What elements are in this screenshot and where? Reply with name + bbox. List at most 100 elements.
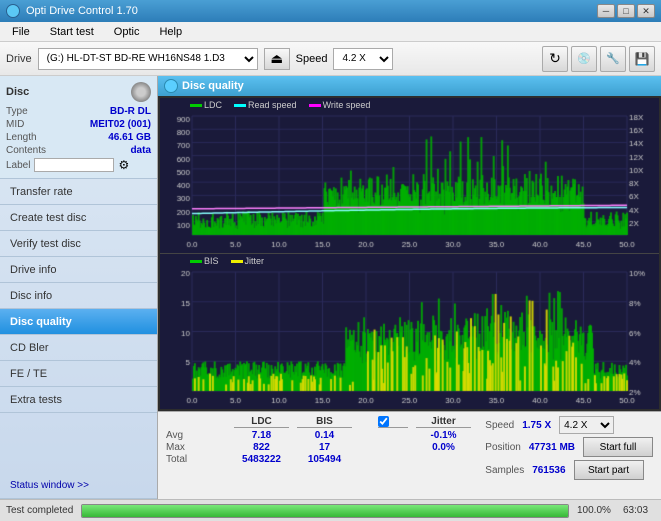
position-label: Position xyxy=(485,442,521,453)
content-title: Disc quality xyxy=(182,80,244,92)
save-icon[interactable]: 💾 xyxy=(629,46,655,72)
sidebar-item-extra-tests[interactable]: Extra tests xyxy=(0,387,157,413)
disc-length-row: Length 46.61 GB xyxy=(6,132,151,143)
drive-select[interactable]: (G:) HL-DT-ST BD-RE WH16NS48 1.D3 xyxy=(38,48,258,70)
sidebar: Disc Type BD-R DL MID MEIT02 (001) Lengt… xyxy=(0,76,158,499)
main-layout: Disc Type BD-R DL MID MEIT02 (001) Lengt… xyxy=(0,76,661,499)
speed-value-stat: 1.75 X xyxy=(522,420,551,431)
disc-label-row: Label ⚙ xyxy=(6,158,151,172)
disc-type-value: BD-R DL xyxy=(110,106,151,117)
speed-label: Speed xyxy=(296,53,328,65)
legend-read-speed: Read speed xyxy=(248,100,297,110)
test-completed-label: Test completed xyxy=(6,505,73,516)
samples-value: 761536 xyxy=(532,465,565,476)
stats-table: LDC BIS Jitter Avg 7.18 0.14 -0.1% xyxy=(166,416,473,466)
content-area: Disc quality LDC Read speed xyxy=(158,76,661,499)
menu-bar: File Start test Optic Help xyxy=(0,22,661,42)
status-window-btn[interactable]: Status window >> xyxy=(0,473,157,499)
disc-type-row: Type BD-R DL xyxy=(6,106,151,117)
top-chart xyxy=(160,98,659,253)
disc-length-label: Length xyxy=(6,132,37,143)
sidebar-item-cd-bler[interactable]: CD Bler xyxy=(0,335,157,361)
disc-header: Disc xyxy=(6,82,151,102)
stats-avg-label: Avg xyxy=(166,430,226,441)
speed-select-stat[interactable]: 4.2 X xyxy=(559,416,614,434)
title-bar-buttons: ─ □ ✕ xyxy=(597,4,655,18)
stats-total-ldc: 5483222 xyxy=(234,454,289,465)
progress-track xyxy=(81,504,569,518)
minimize-button[interactable]: ─ xyxy=(597,4,615,18)
progress-time: 63:03 xyxy=(623,505,655,516)
settings-icon[interactable]: 🔧 xyxy=(600,46,626,72)
sidebar-item-fe-te[interactable]: FE / TE xyxy=(0,361,157,387)
stats-max-jitter: 0.0% xyxy=(416,442,471,453)
stats-avg-jitter: -0.1% xyxy=(416,430,471,441)
menu-optic[interactable]: Optic xyxy=(106,24,148,40)
sidebar-item-verify-test-disc[interactable]: Verify test disc xyxy=(0,231,157,257)
disc-mid-value: MEIT02 (001) xyxy=(90,119,151,130)
sidebar-item-disc-quality[interactable]: Disc quality xyxy=(0,309,157,335)
sidebar-item-drive-info[interactable]: Drive info xyxy=(0,257,157,283)
legend-write-speed: Write speed xyxy=(323,100,371,110)
disc-icon-btn[interactable]: 💿 xyxy=(571,46,597,72)
speed-select[interactable]: 4.2 X xyxy=(333,48,393,70)
progress-bar-container: Test completed 100.0% 63:03 xyxy=(0,499,661,521)
stats-ldc-header: LDC xyxy=(234,416,289,428)
disc-mid-label: MID xyxy=(6,119,24,130)
stats-max-label: Max xyxy=(166,442,226,453)
stats-jitter-header: Jitter xyxy=(416,416,471,428)
disc-label-label: Label xyxy=(6,160,30,171)
jitter-checkbox[interactable] xyxy=(378,416,389,427)
sidebar-item-disc-info[interactable]: Disc info xyxy=(0,283,157,309)
sidebar-item-transfer-rate[interactable]: Transfer rate xyxy=(0,179,157,205)
stats-avg-ldc: 7.18 xyxy=(234,430,289,441)
maximize-button[interactable]: □ xyxy=(617,4,635,18)
disc-panel: Disc Type BD-R DL MID MEIT02 (001) Lengt… xyxy=(0,76,157,179)
stats-total-jitter xyxy=(416,454,471,465)
menu-help[interactable]: Help xyxy=(151,24,190,40)
stats-right: Speed 1.75 X 4.2 X Position 47731 MB Sta… xyxy=(485,416,653,480)
title-bar-left: Opti Drive Control 1.70 xyxy=(6,4,138,18)
start-part-button[interactable]: Start part xyxy=(574,460,644,480)
stats-max-ldc: 822 xyxy=(234,442,289,453)
progress-fill xyxy=(82,505,568,517)
toolbar: Drive (G:) HL-DT-ST BD-RE WH16NS48 1.D3 … xyxy=(0,42,661,76)
disc-contents-label: Contents xyxy=(6,145,46,156)
speed-label-stat: Speed xyxy=(485,420,514,431)
stats-avg-bis: 0.14 xyxy=(297,430,352,441)
close-button[interactable]: ✕ xyxy=(637,4,655,18)
title-bar: Opti Drive Control 1.70 ─ □ ✕ xyxy=(0,0,661,22)
app-title: Opti Drive Control 1.70 xyxy=(26,5,138,17)
disc-length-value: 46.61 GB xyxy=(108,132,151,143)
disc-contents-row: Contents data xyxy=(6,145,151,156)
disc-icon xyxy=(131,82,151,102)
stats-bar: LDC BIS Jitter Avg 7.18 0.14 -0.1% xyxy=(158,411,661,499)
disc-label-input[interactable] xyxy=(34,158,114,172)
eject-button[interactable]: ⏏ xyxy=(264,48,290,70)
disc-contents-value: data xyxy=(130,145,151,156)
drive-label: Drive xyxy=(6,53,32,65)
disc-mid-row: MID MEIT02 (001) xyxy=(6,119,151,130)
stats-total-label: Total xyxy=(166,454,226,465)
menu-file[interactable]: File xyxy=(4,24,38,40)
bottom-chart xyxy=(160,254,659,409)
app-icon xyxy=(6,4,20,18)
disc-title: Disc xyxy=(6,86,29,98)
content-header: Disc quality xyxy=(158,76,661,96)
sidebar-item-create-test-disc[interactable]: Create test disc xyxy=(0,205,157,231)
chart2-legend: BIS Jitter xyxy=(190,256,264,266)
refresh-icon[interactable]: ↻ xyxy=(542,46,568,72)
label-edit-icon[interactable]: ⚙ xyxy=(118,158,129,172)
toolbar-icons: ↻ 💿 🔧 💾 xyxy=(542,46,655,72)
stats-bis-header: BIS xyxy=(297,416,352,428)
chart1-legend: LDC Read speed Write speed xyxy=(190,100,370,110)
samples-label: Samples xyxy=(485,465,524,476)
content-header-icon xyxy=(164,79,178,93)
start-full-button[interactable]: Start full xyxy=(583,437,653,457)
stats-total-bis: 105494 xyxy=(297,454,352,465)
menu-start-test[interactable]: Start test xyxy=(42,24,102,40)
progress-percent: 100.0% xyxy=(577,505,615,516)
legend-bis: BIS xyxy=(204,256,219,266)
legend-jitter: Jitter xyxy=(245,256,265,266)
position-value: 47731 MB xyxy=(529,442,575,453)
